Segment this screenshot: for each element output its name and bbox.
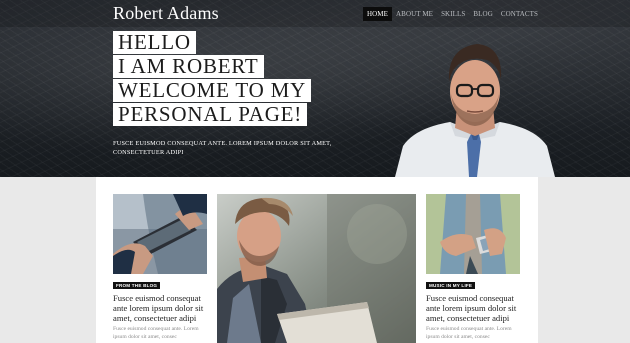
hero-section: Robert Adams HOME ABOUT ME SKILLS BLOG C… [0, 0, 630, 177]
tag-from-the-blog[interactable]: FROM THE BLOG [113, 282, 161, 289]
hero-subtitle: FUSCE EUISMOD CONSEQUAT ANTE. LOREM IPSU… [113, 140, 332, 156]
music-card-title[interactable]: Fusce euismod consequat ante lorem ipsum… [426, 293, 522, 323]
hero-portrait [395, 36, 555, 177]
hero-headline: HELLO I AM ROBERT WELCOME TO MY PERSONAL… [113, 31, 312, 127]
nav-item-about-me[interactable]: ABOUT ME [392, 7, 437, 21]
site-title[interactable]: Robert Adams [113, 3, 219, 24]
music-card-image[interactable] [426, 194, 520, 274]
hands-with-tablet-image [113, 194, 207, 274]
nav-item-blog[interactable]: BLOG [469, 7, 496, 21]
tag-music-in-my-life[interactable]: MUSIC IN MY LIFE [426, 282, 476, 289]
blog-card-excerpt: Fusce euismod consequat ante. Lorem ipsu… [113, 326, 199, 340]
hands-with-phone-image [426, 194, 520, 274]
content-panel: FROM THE BLOG Fusce euismod consequat an… [96, 177, 538, 343]
music-card-excerpt: Fusce euismod consequat ante. Lorem ipsu… [426, 326, 512, 340]
blog-card-image[interactable] [113, 194, 207, 274]
man-reading-image [217, 194, 416, 343]
headline-line: HELLO [113, 31, 196, 54]
headline-line: WELCOME TO MY [113, 79, 312, 102]
man-portrait-image [395, 44, 555, 177]
headline-line: I AM ROBERT [113, 55, 264, 78]
main-nav: HOME ABOUT ME SKILLS BLOG CONTACTS [363, 7, 542, 21]
nav-item-skills[interactable]: SKILLS [437, 7, 469, 21]
blog-card-title[interactable]: Fusce euismod consequat ante lorem ipsum… [113, 293, 209, 323]
feature-image[interactable] [217, 194, 416, 343]
nav-item-contacts[interactable]: CONTACTS [497, 7, 542, 21]
nav-item-home[interactable]: HOME [363, 7, 393, 21]
headline-line: PERSONAL PAGE! [113, 103, 308, 126]
